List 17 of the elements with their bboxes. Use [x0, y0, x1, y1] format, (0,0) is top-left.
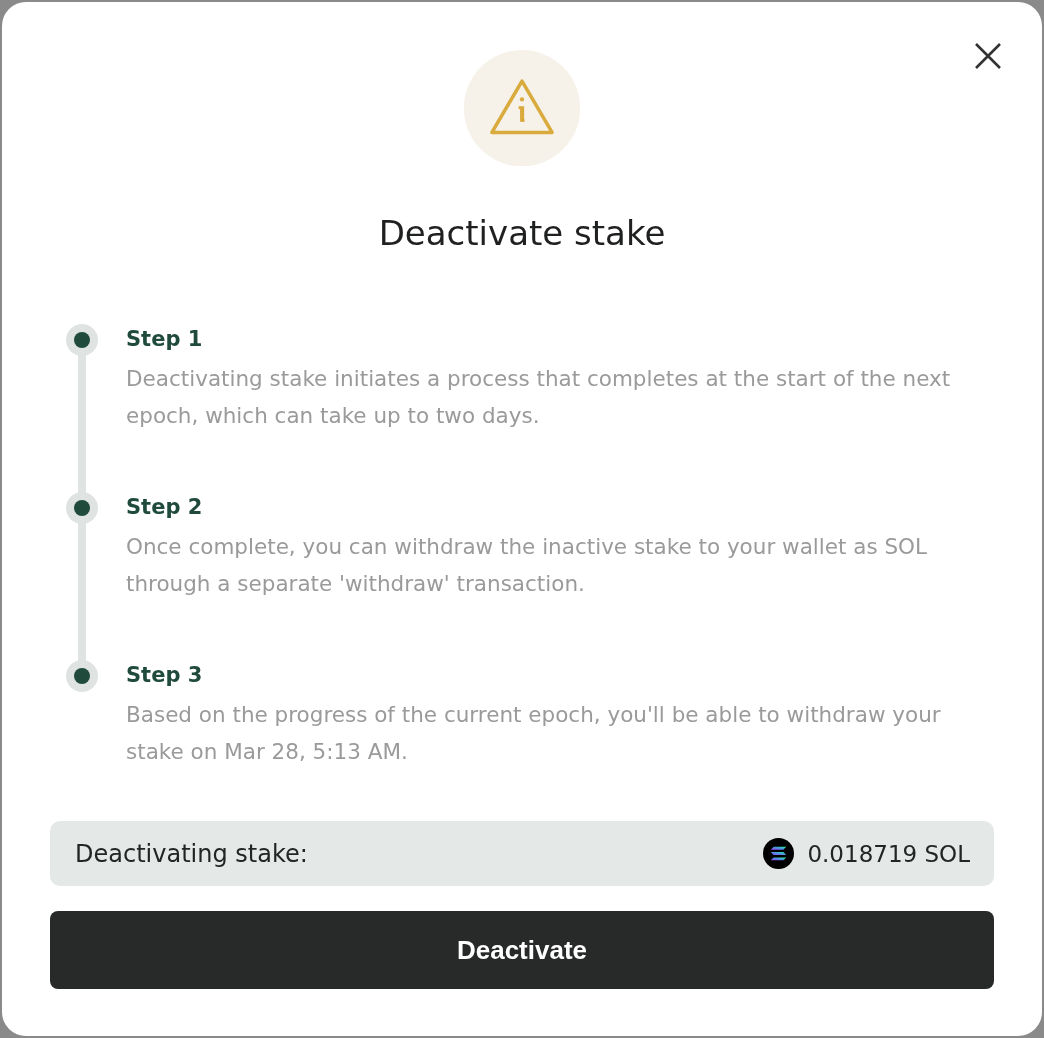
stake-amount: 0.018719 SOL — [807, 840, 970, 867]
dialog-title: Deactivate stake — [378, 212, 666, 256]
token-icon — [763, 838, 795, 870]
deactivate-button[interactable]: Deactivate — [50, 911, 994, 989]
step-dot-icon — [66, 324, 98, 357]
step-title: Step 3 — [126, 662, 203, 690]
step-description: Based on the progress of the current epoch, you'll be able to withdraw your stake on Mar 28, 5:13 AM. — [126, 701, 942, 767]
close-icon — [974, 42, 1002, 70]
warning-icon — [462, 50, 582, 167]
step-description: Deactivating stake initiates a process that completes at the start of the next epoch, which can take up to two days. — [126, 365, 952, 431]
step-title: Step 2 — [126, 494, 203, 522]
summary-label: Deactivating stake: — [75, 839, 308, 868]
step-title: Step 1 — [126, 326, 203, 354]
step-dot-icon — [66, 660, 98, 693]
step-dot-icon — [66, 492, 98, 525]
step-description: Once complete, you can withdraw the inactive stake to your wallet as SOL through a separate 'withdraw' transaction. — [126, 533, 929, 599]
close-button[interactable] — [974, 42, 1002, 70]
